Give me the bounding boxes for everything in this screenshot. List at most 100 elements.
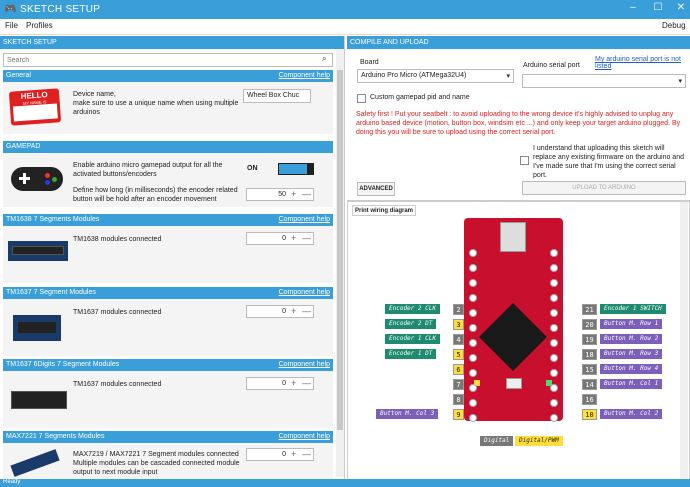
pin-label-encoder-1-switch: Encoder 1 SWITCH: [600, 304, 666, 314]
plus-icon[interactable]: +: [291, 378, 296, 388]
encoder-hold-stepper[interactable]: 50 + —: [246, 188, 314, 201]
max7221-count: 0: [282, 451, 286, 458]
menu-file[interactable]: File: [5, 21, 18, 30]
tm1637-count-stepper[interactable]: 0 + —: [246, 305, 314, 318]
print-wiring-button[interactable]: Print wiring diagram: [352, 205, 416, 216]
close-icon[interactable]: ✕: [674, 2, 688, 13]
search-input[interactable]: [3, 53, 333, 67]
section-tm1638-body: TM1638 modules connected 0 + —: [3, 226, 333, 283]
compile-upload-header: COMPILE AND UPLOAD: [347, 36, 690, 49]
legend-digital-pwm: Digital/PWM: [515, 436, 563, 446]
pin-num-7: 7: [453, 379, 464, 390]
pin-num-4: 4: [453, 334, 464, 345]
encoder-hold-desc: Define how long (in milliseconds) the en…: [73, 187, 238, 203]
max7221-desc: MAX7219 / MAX7221 7 Segment modules conn…: [73, 451, 240, 476]
sketch-setup-header: SKETCH SETUP: [0, 36, 344, 49]
max7221-count-stepper[interactable]: 0 + —: [246, 448, 314, 461]
section-gamepad-header: GAMEPAD: [3, 141, 333, 153]
section-tm1637-6-header: TM1637 6Digits 7 Segment Modules Compone…: [3, 359, 333, 371]
general-help-link[interactable]: Component help: [279, 72, 330, 79]
pin-num-6: 6: [453, 364, 464, 375]
section-tm1637-6-body: TM1637 modules connected 0 + —: [3, 371, 333, 428]
minimize-icon[interactable]: –: [626, 2, 640, 13]
upload-button[interactable]: UPLOAD TO ARDUINO: [522, 181, 686, 195]
pin-num-10: 10: [582, 409, 597, 420]
serial-port-select[interactable]: ▾: [522, 74, 686, 88]
consent-text: I understand that uploading this sketch …: [533, 145, 684, 179]
tm1637-6-help-link[interactable]: Component help: [279, 361, 330, 368]
minus-icon[interactable]: —: [302, 189, 311, 199]
section-tm1638-title: TM1638 7 Segments Modules: [6, 216, 100, 223]
chevron-down-icon: ▾: [678, 78, 682, 85]
status-bar: Ready: [0, 479, 690, 487]
max7221-module-image: [10, 449, 60, 477]
device-name-input[interactable]: Wheel Box Chuc: [243, 89, 311, 103]
menu-profiles[interactable]: Profiles: [26, 21, 53, 30]
pin-label-button-col-1: Button M. Col 1: [600, 379, 663, 389]
section-general-body: HELLO MY NAME IS Device name, make sure …: [3, 82, 333, 134]
max7221-help-link[interactable]: Component help: [279, 433, 330, 440]
arduino-board: [464, 218, 563, 421]
serial-port-label: Arduino serial port: [523, 62, 580, 69]
minus-icon[interactable]: —: [302, 449, 311, 459]
pin-num-16: 16: [582, 394, 597, 405]
plus-icon[interactable]: +: [291, 306, 296, 316]
pin-label-button-row-1: Button M. Row 1: [600, 319, 663, 329]
pin-num-5: 5: [453, 349, 464, 360]
plus-icon[interactable]: +: [291, 189, 296, 199]
section-tm1637-6-title: TM1637 6Digits 7 Segment Modules: [6, 361, 120, 368]
safety-warning: Safety first ! Put your seatbelt : to av…: [356, 111, 681, 136]
window-title: SKETCH SETUP: [20, 4, 101, 15]
left-scrollbar-thumb[interactable]: [337, 70, 343, 430]
tm1638-help-link[interactable]: Component help: [279, 216, 330, 223]
tm1637-count: 0: [282, 308, 286, 315]
section-gamepad-body: Enable arduino micro gamepad output for …: [3, 153, 333, 207]
custom-pid-checkbox[interactable]: [357, 94, 366, 103]
tm1638-count-stepper[interactable]: 0 + —: [246, 232, 314, 245]
port-not-listed-link[interactable]: My arduino serial port is not listed: [595, 56, 690, 70]
menu-debug[interactable]: Debug: [662, 21, 686, 30]
tm1638-count: 0: [282, 235, 286, 242]
tm1638-module-image: [8, 241, 68, 261]
compile-upload-pane: COMPILE AND UPLOAD Board Arduino Pro Mic…: [347, 36, 690, 480]
right-scrollbar[interactable]: [680, 202, 688, 478]
title-bar: 🎮 SKETCH SETUP – ☐ ✕: [0, 0, 690, 19]
search-icon[interactable]: ⌕: [322, 54, 326, 64]
minus-icon[interactable]: —: [302, 306, 311, 316]
minus-icon[interactable]: —: [302, 233, 311, 243]
pin-num-20: 20: [582, 319, 597, 330]
pin-num-14: 14: [582, 379, 597, 390]
plus-icon[interactable]: +: [291, 233, 296, 243]
chevron-down-icon: ▾: [506, 73, 510, 80]
section-general-header: General Component help: [3, 70, 333, 82]
advanced-button[interactable]: ADVANCED: [357, 182, 395, 196]
pin-num-21: 21: [582, 304, 597, 315]
tm1637-module-image: [13, 315, 61, 341]
pin-label-button-row-4: Button M. Row 4: [600, 364, 663, 374]
section-max7221-body: MAX7219 / MAX7221 7 Segment modules conn…: [3, 443, 333, 480]
custom-pid-label: Custom gamepad pid and name: [370, 94, 470, 101]
tm1637-6-desc: TM1637 modules connected: [73, 381, 162, 388]
pin-num-8: 8: [453, 394, 464, 405]
reset-button: [506, 378, 522, 389]
maximize-icon[interactable]: ☐: [651, 2, 665, 13]
plus-icon[interactable]: +: [291, 449, 296, 459]
pin-num-19: 19: [582, 334, 597, 345]
pin-label-button-col-2: Button M. Col 2: [600, 409, 663, 419]
tm1637-6-count-stepper[interactable]: 0 + —: [246, 377, 314, 390]
legend-digital: Digital: [480, 436, 514, 446]
usb-connector: [500, 222, 526, 252]
tm1637-help-link[interactable]: Component help: [279, 289, 330, 296]
pin-label-encoder-2-clk: Encoder 2 CLK: [385, 304, 440, 314]
consent-checkbox[interactable]: [520, 156, 529, 165]
board-select[interactable]: Arduino Pro Micro (ATMega32U4) ▾: [357, 69, 514, 83]
gamepad-toggle[interactable]: [278, 163, 314, 175]
pin-label-encoder-2-dt: Encoder 2 DT: [385, 319, 437, 329]
section-tm1638-header: TM1638 7 Segments Modules Component help: [3, 214, 333, 226]
minus-icon[interactable]: —: [302, 378, 311, 388]
name-sticker-image: HELLO MY NAME IS: [8, 88, 62, 126]
gamepad-enable-desc: Enable arduino micro gamepad output for …: [73, 162, 223, 178]
section-max7221-title: MAX7221 7 Segments Modules: [6, 433, 105, 440]
pin-num-9: 9: [453, 409, 464, 420]
encoder-hold-value: 50: [278, 191, 286, 198]
